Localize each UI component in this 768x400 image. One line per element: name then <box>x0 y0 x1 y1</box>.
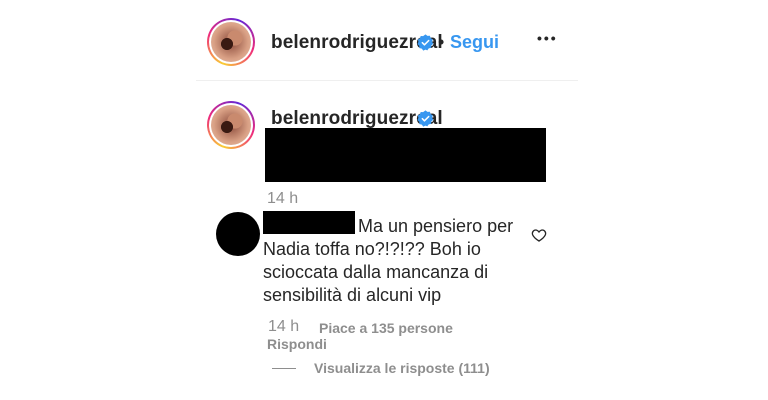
view-replies-button[interactable]: Visualizza le risposte (111) <box>314 360 490 376</box>
comment-text: Ma un pensiero per Nadia toffa no?!?!?? … <box>263 215 553 307</box>
comment-timestamp[interactable]: 14 h <box>268 318 299 336</box>
follow-button[interactable]: Segui <box>450 32 499 53</box>
comment-body: Ma un pensiero per Nadia toffa no?!?!?? … <box>263 216 514 305</box>
header-separator: • <box>438 32 445 52</box>
commenter-avatar[interactable] <box>216 212 260 256</box>
verified-badge-icon <box>417 34 434 51</box>
header-divider <box>196 80 578 81</box>
caption-timestamp: 14 h <box>267 190 299 207</box>
comment-likes[interactable]: Piace a 135 persone <box>319 320 453 336</box>
replies-divider <box>272 368 296 369</box>
caption-avatar[interactable] <box>207 101 255 149</box>
caption-redaction <box>265 128 546 182</box>
verified-badge-icon <box>417 110 434 127</box>
more-options-icon[interactable]: ••• <box>537 30 558 46</box>
reply-button[interactable]: Rispondi <box>267 336 327 352</box>
heart-icon[interactable] <box>531 227 547 243</box>
header-avatar[interactable] <box>207 18 255 66</box>
